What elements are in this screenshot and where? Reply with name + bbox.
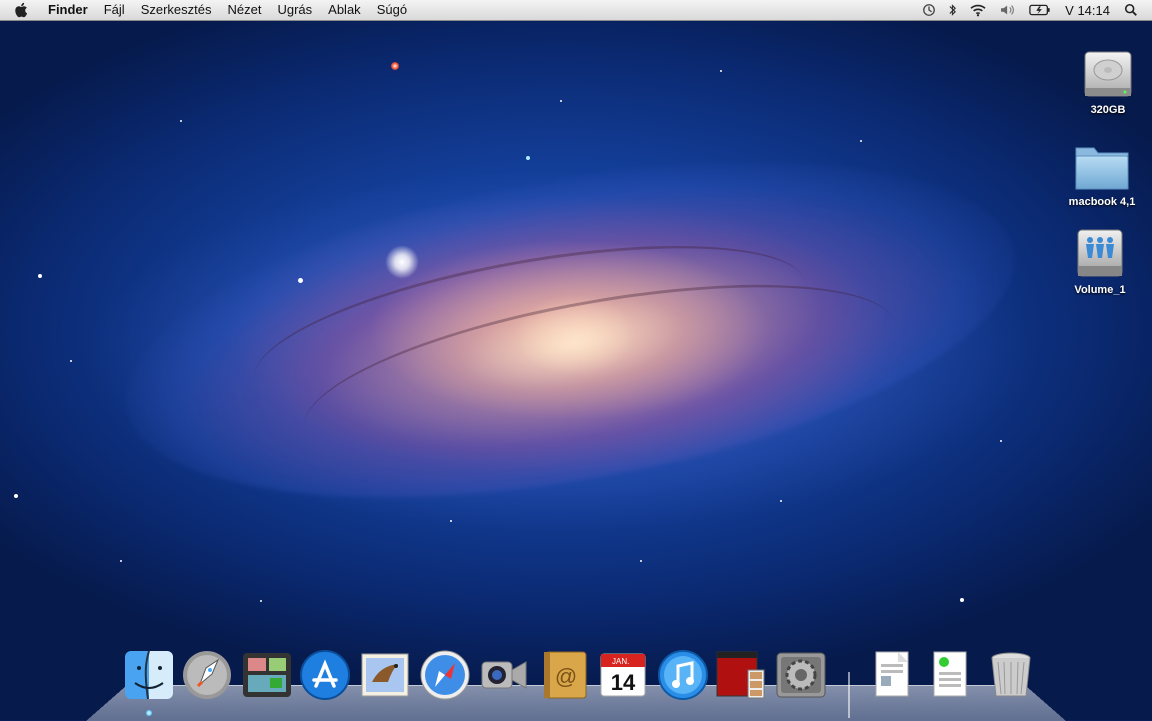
menu-file[interactable]: Fájl [96,0,133,20]
star [860,140,862,142]
menu-help[interactable]: Súgó [369,0,415,20]
star [14,494,18,498]
star [720,70,722,72]
dock-separator [848,672,850,718]
menu-edit[interactable]: Szerkesztés [133,0,220,20]
desktop-wallpaper [0,0,1152,720]
address-book-icon[interactable]: @ [538,648,592,702]
svg-text:JAN.: JAN. [612,657,629,666]
document-stack-icon[interactable] [924,648,978,702]
battery-icon[interactable] [1023,0,1057,20]
trash-icon[interactable] [984,648,1038,702]
spotlight-icon[interactable] [1118,0,1144,20]
star [260,600,262,602]
facetime-icon[interactable] [478,648,532,702]
star [640,560,642,562]
apple-menu-icon[interactable] [0,2,40,18]
star [180,120,182,122]
desktop-icon-label: Volume_1 [1074,284,1126,296]
bright-star [385,245,419,279]
star [38,274,42,278]
menu-window[interactable]: Ablak [320,0,369,20]
safari-icon[interactable] [418,648,472,702]
photo-booth-icon[interactable] [714,648,768,702]
menubar-clock[interactable]: V 14:14 [1057,3,1118,18]
star [560,100,562,102]
desktop-icon-volume-1[interactable]: Volume_1 [1055,226,1145,296]
menu-app-finder[interactable]: Finder [40,0,96,20]
mail-icon[interactable] [358,648,412,702]
desktop-icon-label: 320GB [1090,104,1126,116]
menu-go[interactable]: Ugrás [269,0,320,20]
launchpad-icon[interactable] [180,648,234,702]
svg-text:@: @ [555,664,577,689]
star [780,500,782,502]
itunes-icon[interactable] [656,648,710,702]
star [526,156,530,160]
app-store-icon[interactable] [298,648,352,702]
star [1000,440,1002,442]
ical-icon[interactable]: JAN. 14 [596,648,650,702]
red-star [391,62,399,70]
time-machine-icon[interactable] [916,0,942,20]
menu-bar: Finder Fájl Szerkesztés Nézet Ugrás Abla… [0,0,1152,21]
star [960,598,964,602]
document-stack-icon[interactable] [866,648,920,702]
system-preferences-icon[interactable] [774,648,828,702]
star [450,520,452,522]
finder-icon[interactable] [122,648,176,702]
svg-text:14: 14 [611,670,636,695]
wifi-icon[interactable] [963,0,993,20]
hard-drive-icon [1084,51,1132,97]
menu-view[interactable]: Nézet [220,0,270,20]
star [70,360,72,362]
mission-control-icon[interactable] [240,648,294,702]
volume-icon[interactable] [993,0,1023,20]
folder-icon [1075,147,1129,190]
running-indicator [146,710,152,716]
desktop-icon-320gb[interactable]: 320GB [1063,46,1152,116]
star [120,560,122,562]
network-volume-icon [1077,229,1123,277]
bluetooth-icon[interactable] [942,0,963,20]
desktop-icon-label: macbook 4,1 [1068,196,1136,208]
desktop-icon-macbook-folder[interactable]: macbook 4,1 [1057,138,1147,208]
star [298,278,303,283]
